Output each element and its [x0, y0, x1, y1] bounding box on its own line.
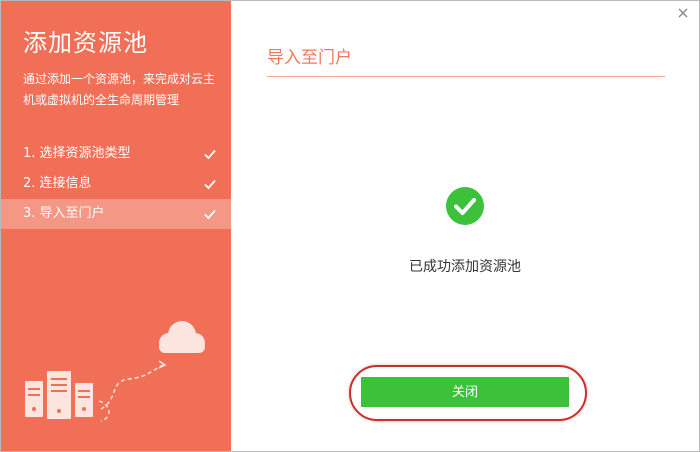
server-cloud-illustration [25, 321, 205, 422]
sidebar-title: 添加资源池 [23, 29, 148, 57]
step-label: 3. 导入至门户 [23, 206, 105, 221]
page-title: 导入至门户 [267, 48, 352, 68]
step-label: 1. 选择资源池类型 [23, 146, 131, 161]
sidebar-description: 通过添加一个资源池，来完成对云主机或虚拟机的全生命周期管理 [23, 72, 216, 107]
check-icon [204, 149, 216, 160]
wizard-sidebar: 添加资源池 通过添加一个资源池，来完成对云主机或虚拟机的全生命周期管理 1. 选… [1, 1, 231, 451]
step-label: 2. 连接信息 [23, 176, 92, 191]
check-icon [204, 179, 216, 190]
wizard-content: 导入至门户 已成功添加资源池 关闭 [231, 1, 699, 451]
cloud-icon [159, 321, 205, 353]
wizard-steps: 1. 选择资源池类型 2. 连接信息 3. 导入至门户 [1, 139, 231, 229]
check-icon [204, 209, 216, 220]
step-import-to-portal[interactable]: 3. 导入至门户 [1, 199, 231, 229]
add-resource-pool-dialog: 添加资源池 通过添加一个资源池，来完成对云主机或虚拟机的全生命周期管理 1. 选… [0, 0, 700, 452]
step-select-pool-type[interactable]: 1. 选择资源池类型 [1, 139, 231, 169]
title-divider [267, 76, 665, 77]
step-connection-info[interactable]: 2. 连接信息 [1, 169, 231, 199]
check-circle-icon [446, 187, 484, 225]
close-icon[interactable] [675, 5, 691, 21]
success-message: 已成功添加资源池 [409, 259, 521, 275]
close-button[interactable]: 关闭 [361, 377, 569, 407]
